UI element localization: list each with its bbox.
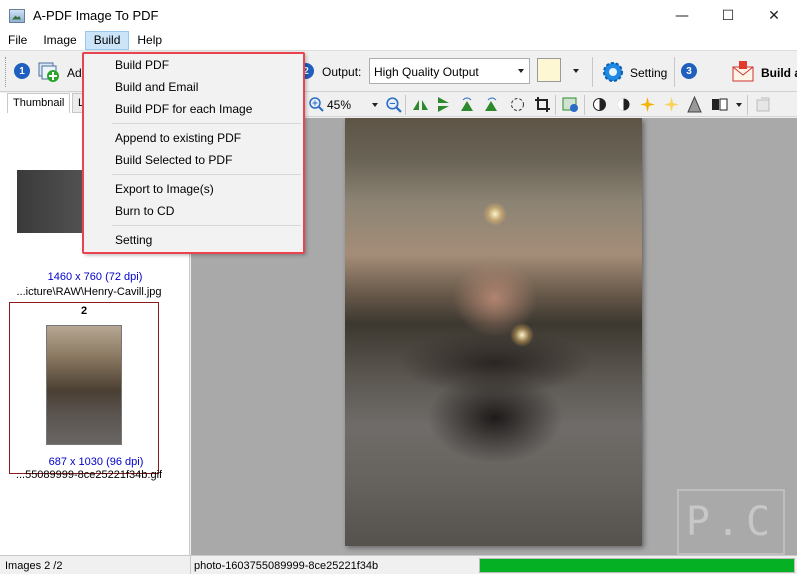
export-icon[interactable] <box>755 96 772 113</box>
toolbar-separator <box>747 95 748 115</box>
output-label: Output: <box>322 65 362 79</box>
setting-button-label[interactable]: Setting <box>630 66 667 80</box>
step-3-badge: 3 <box>681 63 697 79</box>
menu-bar: File Image Build Help <box>0 31 797 50</box>
build-dropdown-menu: Build PDF Build and Email Build PDF for … <box>83 52 304 253</box>
toolbar-grip[interactable] <box>5 57 8 87</box>
menu-separator <box>112 123 301 124</box>
progress-bar <box>479 558 795 573</box>
menu-image[interactable]: Image <box>35 31 84 50</box>
thumbnail-item-2-selected[interactable]: 2 687 x 1030 (96 dpi) <box>9 302 159 474</box>
menu-item-build-selected-pdf[interactable]: Build Selected to PDF <box>84 149 303 171</box>
add-image-label[interactable]: Ad <box>67 66 82 80</box>
window-controls: — ☐ ✕ <box>659 0 797 31</box>
flip-horizontal-icon[interactable] <box>412 96 429 113</box>
close-button[interactable]: ✕ <box>751 0 797 31</box>
brightness-icon[interactable] <box>591 96 608 113</box>
thumbnail-image-2[interactable] <box>46 325 122 445</box>
image-count: Images 2 /2 <box>5 560 63 572</box>
menu-item-build-pdf-each-image[interactable]: Build PDF for each Image <box>84 98 303 120</box>
image-properties-icon[interactable] <box>562 96 579 113</box>
menu-help[interactable]: Help <box>129 31 170 50</box>
rotate-right-icon[interactable] <box>483 96 500 113</box>
sparkler-highlight <box>483 202 507 226</box>
rotate-left-icon[interactable] <box>459 96 476 113</box>
watermark-logo: P.C <box>677 489 785 555</box>
sharpen-icon[interactable] <box>639 96 656 113</box>
grayscale-icon[interactable] <box>686 96 703 113</box>
menu-separator <box>112 225 301 226</box>
build-button-label[interactable]: Build a <box>761 66 797 80</box>
rotate-free-icon[interactable] <box>509 96 526 113</box>
step-1-badge: 1 <box>14 63 30 79</box>
chevron-down-icon <box>573 69 579 73</box>
color-dropdown-button[interactable] <box>566 58 586 84</box>
flip-vertical-icon[interactable] <box>435 96 452 113</box>
output-quality-value: High Quality Output <box>374 65 479 79</box>
current-file-name: photo-1603755089999-8ce25221f34b <box>194 560 379 572</box>
thumbnail-1-path: ...icture\RAW\Henry-Cavill.jpg <box>16 286 162 298</box>
maximize-button[interactable]: ☐ <box>705 0 751 31</box>
gear-icon[interactable] <box>601 60 625 84</box>
thumbnail-2-path: ...55089999-8ce25221f34b.gif <box>15 469 163 481</box>
zoom-out-icon[interactable] <box>385 96 402 113</box>
status-bar: Images 2 /2 photo-1603755089999-8ce25221… <box>0 555 797 574</box>
minimize-button[interactable]: — <box>659 0 705 31</box>
crop-icon[interactable] <box>534 96 551 113</box>
status-divider <box>190 556 191 574</box>
layout-icon[interactable] <box>711 96 728 113</box>
app-icon <box>9 8 25 23</box>
toolbar-separator <box>592 57 593 87</box>
chevron-down-icon[interactable] <box>372 103 378 107</box>
menu-file[interactable]: File <box>0 31 35 50</box>
zoom-in-icon[interactable] <box>308 96 324 112</box>
chevron-down-icon[interactable] <box>736 103 742 107</box>
blur-icon[interactable] <box>663 96 680 113</box>
title-bar: A-PDF Image To PDF — ☐ ✕ <box>0 0 797 31</box>
thumbnail-1-dimensions: 1460 x 760 (72 dpi) <box>47 271 143 283</box>
toolbar-separator <box>674 57 675 87</box>
menu-item-setting[interactable]: Setting <box>84 229 303 251</box>
menu-item-build-and-email[interactable]: Build and Email <box>84 76 303 98</box>
menu-item-export-images[interactable]: Export to Image(s) <box>84 178 303 200</box>
zoom-value[interactable]: 45% <box>327 98 351 112</box>
window-title: A-PDF Image To PDF <box>33 8 159 23</box>
build-pdf-icon[interactable] <box>730 59 756 85</box>
menu-item-append-existing-pdf[interactable]: Append to existing PDF <box>84 127 303 149</box>
menu-item-build-pdf[interactable]: Build PDF <box>84 54 303 76</box>
menu-item-burn-cd[interactable]: Burn to CD <box>84 200 303 222</box>
tab-thumbnail[interactable]: Thumbnail <box>7 93 71 113</box>
toolbar-separator <box>405 95 406 115</box>
menu-build[interactable]: Build <box>84 31 130 50</box>
thumbnail-2-number: 2 <box>80 305 88 317</box>
output-quality-select[interactable]: High Quality Output <box>369 58 530 84</box>
toolbar-separator <box>555 95 556 115</box>
toolbar-separator <box>584 95 585 115</box>
menu-separator <box>112 174 301 175</box>
preview-photo <box>345 118 642 546</box>
thumbnail-2-dimensions: 687 x 1030 (96 dpi) <box>48 456 144 468</box>
sparkler-highlight <box>510 323 534 347</box>
add-image-icon[interactable] <box>38 61 60 83</box>
contrast-icon[interactable] <box>615 96 632 113</box>
progress-bar-fill <box>480 559 794 572</box>
background-color-swatch[interactable] <box>537 58 561 82</box>
chevron-down-icon <box>518 69 524 73</box>
